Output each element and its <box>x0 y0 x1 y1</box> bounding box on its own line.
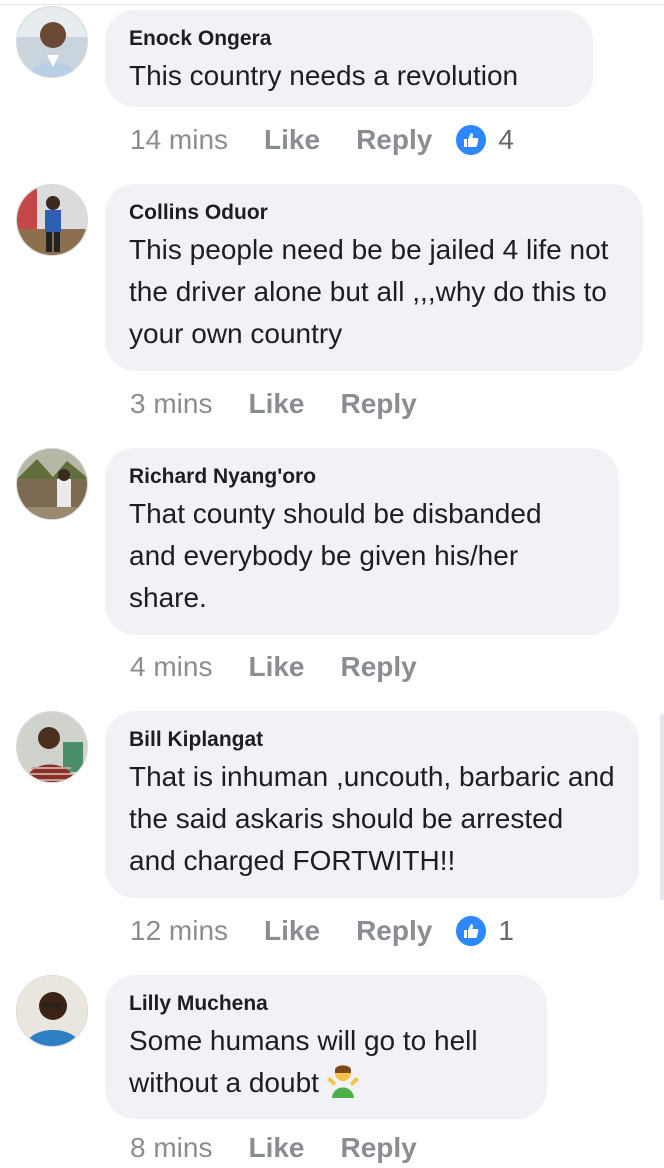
comment-text: Some humans will go to hell without a do… <box>129 1020 523 1110</box>
reaction-summary[interactable]: 4 <box>454 123 514 157</box>
like-button[interactable]: Like <box>264 124 320 156</box>
comment-actions: 8 mins Like Reply <box>130 1128 453 1168</box>
comment-time[interactable]: 14 mins <box>130 124 228 156</box>
comment-text: This people need be be jailed 4 life not… <box>129 234 609 349</box>
avatar[interactable] <box>16 448 88 520</box>
comment-time[interactable]: 12 mins <box>130 915 228 947</box>
comment-actions: 3 mins Like Reply <box>130 384 453 424</box>
comment-author[interactable]: Lilly Muchena <box>129 991 523 1017</box>
reply-button[interactable]: Reply <box>341 651 417 683</box>
comment-time[interactable]: 3 mins <box>130 388 212 420</box>
comment-author[interactable]: Richard Nyang'oro <box>129 464 595 490</box>
comment-author[interactable]: Bill Kiplangat <box>129 727 615 753</box>
scrollbar[interactable] <box>660 714 664 900</box>
comment-actions: 12 mins Like Reply 1 <box>130 911 514 951</box>
comment-time[interactable]: 8 mins <box>130 1132 212 1164</box>
comment-author[interactable]: Collins Oduor <box>129 200 619 226</box>
comment-actions: 14 mins Like Reply 4 <box>130 120 514 160</box>
top-divider <box>0 4 664 5</box>
reply-button[interactable]: Reply <box>356 915 432 947</box>
reply-button[interactable]: Reply <box>356 124 432 156</box>
avatar[interactable] <box>16 975 88 1047</box>
comment-text: This country needs a revolution <box>129 60 519 91</box>
person-shrugging-emoji-icon <box>325 1062 361 1110</box>
thumbs-up-icon <box>454 123 489 157</box>
reply-button[interactable]: Reply <box>341 1132 417 1164</box>
comment-time[interactable]: 4 mins <box>130 651 212 683</box>
comment-bubble: Enock Ongera This country needs a revolu… <box>105 10 593 107</box>
thumbs-up-icon <box>454 914 489 948</box>
reply-button[interactable]: Reply <box>341 388 417 420</box>
comment-actions: 4 mins Like Reply <box>130 647 453 687</box>
reaction-count: 4 <box>498 124 514 155</box>
comment-bubble: Bill Kiplangat That is inhuman ,uncouth,… <box>105 711 639 898</box>
comment-bubble: Collins Oduor This people need be be jai… <box>105 184 643 371</box>
reaction-count: 1 <box>498 915 514 946</box>
like-button[interactable]: Like <box>248 651 304 683</box>
like-button[interactable]: Like <box>264 915 320 947</box>
avatar[interactable] <box>16 711 88 783</box>
comment-text: That county should be disbanded and ever… <box>129 498 542 613</box>
comment-text-content: Some humans will go to hell without a do… <box>129 1025 478 1098</box>
reaction-summary[interactable]: 1 <box>454 914 514 948</box>
avatar[interactable] <box>16 184 88 256</box>
avatar[interactable] <box>16 6 88 78</box>
comment-bubble: Lilly Muchena Some humans will go to hel… <box>105 975 547 1119</box>
comment-bubble: Richard Nyang'oro That county should be … <box>105 448 619 635</box>
like-button[interactable]: Like <box>248 388 304 420</box>
comment-author[interactable]: Enock Ongera <box>129 26 569 52</box>
comment-text: That is inhuman ,uncouth, barbaric and t… <box>129 761 615 876</box>
like-button[interactable]: Like <box>248 1132 304 1164</box>
